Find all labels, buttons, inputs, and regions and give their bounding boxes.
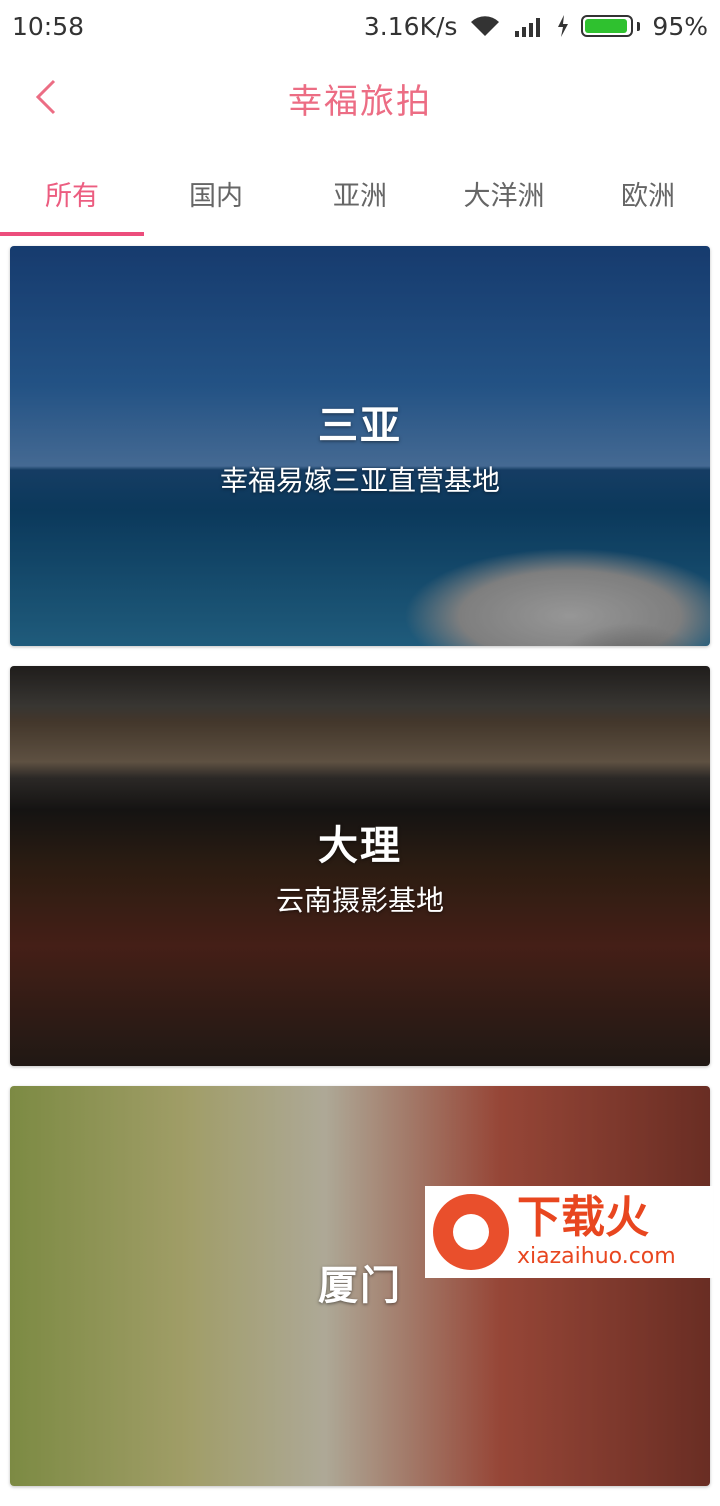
tab-oceania[interactable]: 大洋洲 — [432, 150, 576, 236]
battery-percent: 95% — [652, 11, 708, 41]
wifi-icon — [469, 14, 501, 38]
tab-domestic[interactable]: 国内 — [144, 150, 288, 236]
watermark-text: 下载火 xiazaihuo.com — [517, 1196, 676, 1268]
watermark-sub: xiazaihuo.com — [517, 1244, 676, 1269]
card-caption: 大理 云南摄影基地 — [10, 666, 710, 1066]
destination-card-sanya[interactable]: 三亚 幸福易嫁三亚直营基地 — [10, 246, 710, 646]
region-tabs: 所有 国内 亚洲 大洋洲 欧洲 — [0, 150, 720, 236]
tab-label: 大洋洲 — [463, 180, 545, 212]
watermark: 下载火 xiazaihuo.com — [425, 1186, 713, 1278]
destination-card-dali[interactable]: 大理 云南摄影基地 — [10, 666, 710, 1066]
back-button[interactable] — [26, 74, 66, 124]
card-caption: 三亚 幸福易嫁三亚直营基地 — [10, 246, 710, 646]
app-header: 幸福旅拍 — [0, 52, 720, 144]
status-time: 10:58 — [12, 11, 85, 41]
destination-subtitle: 幸福易嫁三亚直营基地 — [219, 464, 500, 497]
watermark-main: 下载火 — [517, 1192, 649, 1243]
status-indicators: 3.16K/s 95% — [364, 12, 708, 41]
tab-label: 亚洲 — [333, 180, 387, 212]
tab-label: 所有 — [45, 180, 99, 212]
signal-icon — [513, 14, 545, 38]
charging-icon — [557, 14, 569, 38]
tab-europe[interactable]: 欧洲 — [576, 150, 720, 236]
destination-title: 厦门 — [318, 1263, 402, 1309]
status-bar: 10:58 3.16K/s 95% — [0, 0, 720, 52]
tab-label: 欧洲 — [621, 180, 675, 212]
tab-all[interactable]: 所有 — [0, 150, 144, 236]
destination-list: 三亚 幸福易嫁三亚直营基地 大理 云南摄影基地 厦门 — [10, 246, 710, 1506]
destination-subtitle: 云南摄影基地 — [275, 884, 444, 917]
destination-card-xiamen[interactable]: 厦门 — [10, 1086, 710, 1486]
battery-icon — [581, 15, 641, 37]
card-caption: 厦门 — [10, 1086, 710, 1486]
destination-title: 三亚 — [318, 403, 402, 449]
destination-title: 大理 — [318, 823, 402, 869]
tab-asia[interactable]: 亚洲 — [288, 150, 432, 236]
chevron-left-icon — [34, 77, 58, 121]
network-speed: 3.16K/s — [363, 11, 458, 41]
flame-logo-icon — [433, 1194, 509, 1270]
tab-label: 国内 — [189, 180, 243, 212]
page-title: 幸福旅拍 — [288, 81, 432, 122]
